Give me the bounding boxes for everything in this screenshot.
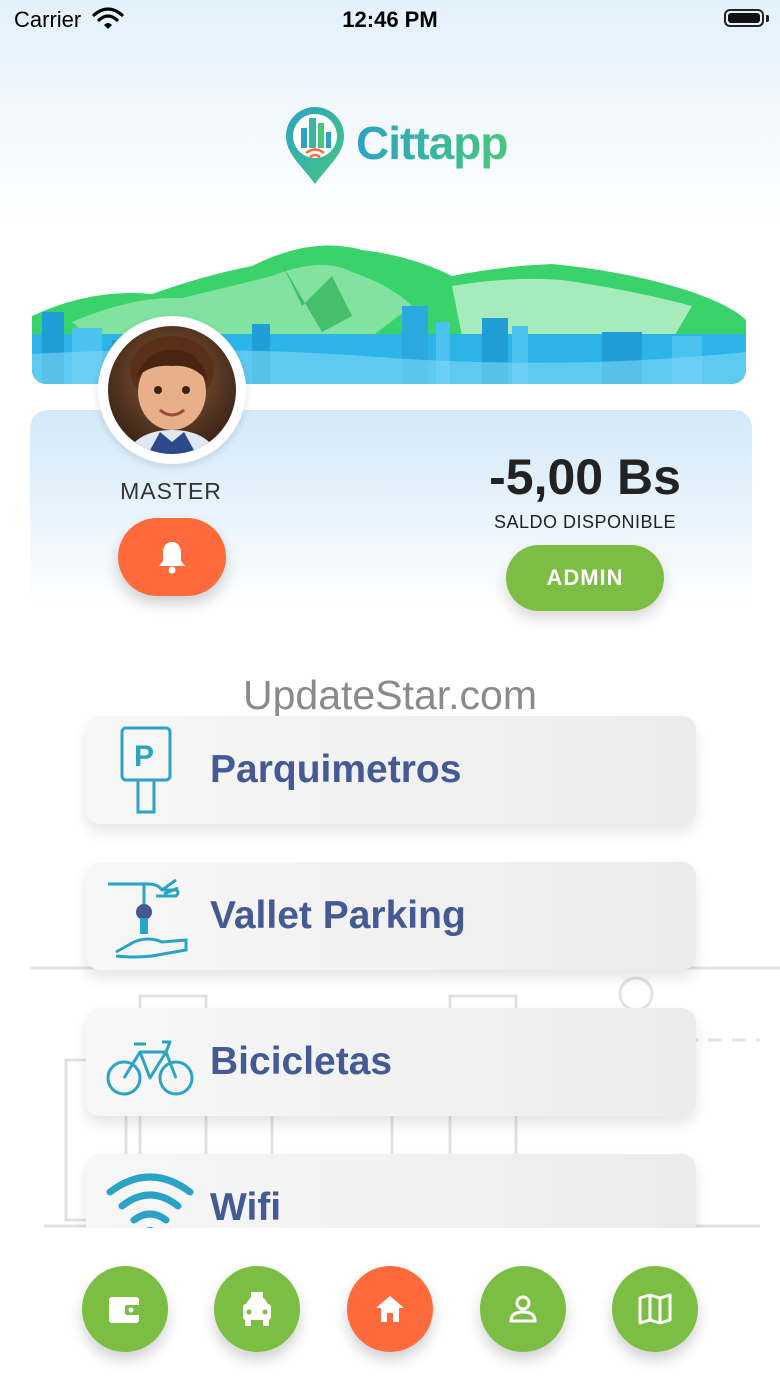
app-logo: Cittapp <box>282 106 522 186</box>
menu-label: Vallet Parking <box>210 894 466 937</box>
user-icon <box>509 1295 537 1323</box>
avatar-photo <box>108 326 236 454</box>
menu-label: Bicicletas <box>210 1040 393 1083</box>
car-icon <box>243 1292 271 1326</box>
avatar[interactable] <box>98 316 246 464</box>
battery-tip <box>766 15 769 22</box>
battery-icon <box>724 9 764 27</box>
watermark: UpdateStar.com <box>243 672 537 718</box>
parking-meter-icon: P <box>120 726 172 814</box>
bicycle-icon <box>106 1040 194 1096</box>
menu-item-bicicletas[interactable]: Bicicletas <box>86 1008 696 1116</box>
nav-home-button[interactable] <box>347 1266 433 1352</box>
notifications-button[interactable] <box>118 518 226 596</box>
svg-text:P: P <box>134 740 154 773</box>
nav-car-button[interactable] <box>214 1266 300 1352</box>
map-icon <box>638 1293 672 1325</box>
clock: 12:46 PM <box>342 7 438 32</box>
wallet-icon <box>109 1297 141 1323</box>
menu-item-parquimetros[interactable]: P Parquimetros <box>86 716 696 824</box>
menu-item-vallet-parking[interactable]: Vallet Parking <box>86 862 696 970</box>
balance-label: SALDO DISPONIBLE <box>493 512 677 532</box>
nav-profile-button[interactable] <box>480 1266 566 1352</box>
city-pin-icon <box>286 107 344 184</box>
valet-key-icon <box>108 878 188 959</box>
status-bar: Carrier 12:46 PM <box>0 0 780 40</box>
home-icon <box>376 1296 404 1322</box>
admin-button[interactable]: ADMIN <box>506 545 664 611</box>
username-label: MASTER <box>120 478 222 504</box>
app-name: Cittapp <box>356 117 508 169</box>
nav-map-button[interactable] <box>612 1266 698 1352</box>
nav-wallet-button[interactable] <box>82 1266 168 1352</box>
bell-icon <box>159 542 185 574</box>
balance-amount: -5,00 Bs <box>489 449 681 505</box>
menu-label: Parquimetros <box>210 748 462 791</box>
